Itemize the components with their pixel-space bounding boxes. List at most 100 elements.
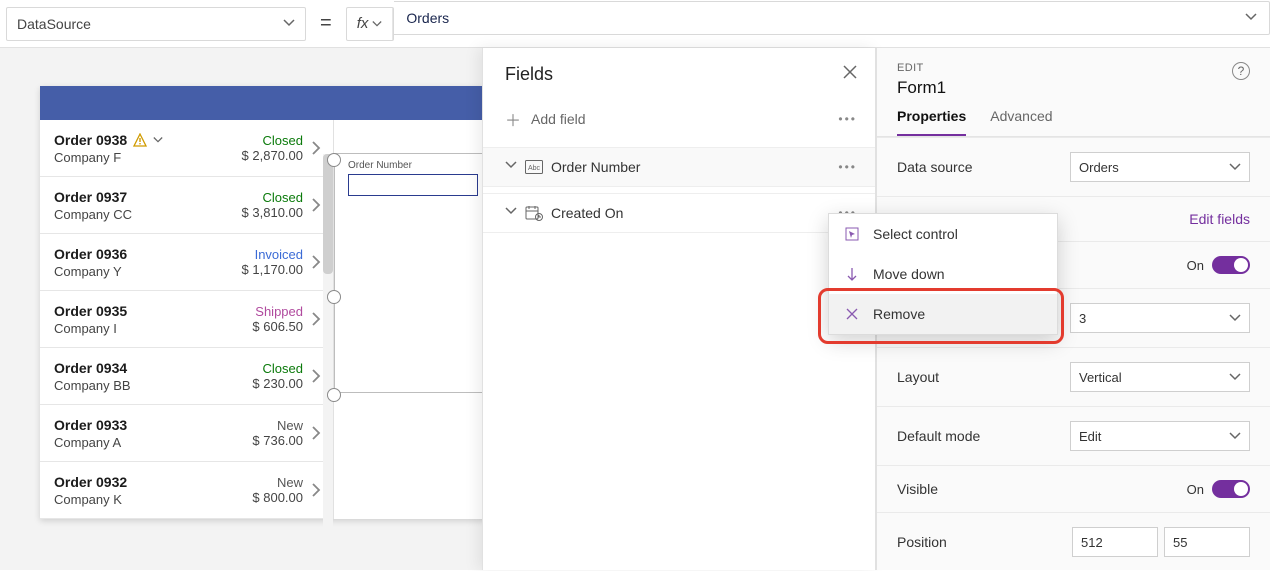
order-amount: $ 2,870.00 — [242, 148, 303, 163]
property-selector-label: DataSource — [17, 16, 91, 32]
chevron-right-icon — [311, 482, 321, 498]
chevron-down-icon — [505, 204, 517, 222]
prop-default-mode: Default mode Edit — [877, 406, 1270, 465]
list-item[interactable]: Order 0935 Company I Shipped $ 606.50 — [40, 291, 333, 348]
menu-remove[interactable]: Remove — [829, 294, 1057, 334]
order-status: New — [252, 475, 303, 490]
chevron-right-icon — [311, 311, 321, 327]
property-selector[interactable]: DataSource — [6, 7, 306, 41]
company-name: Company I — [54, 321, 252, 336]
arrow-down-icon — [845, 267, 861, 281]
formula-text: Orders — [406, 10, 449, 26]
prop-label: Position — [897, 534, 947, 550]
position-y-input[interactable]: 55 — [1164, 527, 1250, 557]
main-area: Northwind Orders Order 0938 Company F Cl… — [0, 48, 1270, 570]
prop-label: Visible — [897, 481, 938, 497]
chevron-down-icon — [505, 158, 517, 176]
company-name: Company Y — [54, 264, 242, 279]
chevron-down-icon — [283, 16, 295, 32]
field-name: Order Number — [551, 159, 838, 175]
order-number: Order 0934 — [54, 360, 127, 376]
resize-handle[interactable] — [327, 388, 341, 402]
company-name: Company K — [54, 492, 252, 507]
order-status: Closed — [252, 361, 303, 376]
data-source-select[interactable]: Orders — [1070, 152, 1250, 182]
more-icon[interactable]: ••• — [838, 160, 857, 174]
fields-panel: Fields ＋ Add field ••• Abc Order Number … — [482, 48, 876, 570]
more-icon[interactable]: ••• — [838, 112, 857, 126]
order-number: Order 0933 — [54, 417, 127, 433]
add-field-button[interactable]: ＋ Add field — [505, 107, 586, 131]
prop-data-source: Data source Orders — [877, 137, 1270, 196]
tab-advanced[interactable]: Advanced — [990, 108, 1052, 136]
resize-handle[interactable] — [327, 290, 341, 304]
close-icon[interactable] — [843, 65, 857, 84]
help-icon[interactable]: ? — [1232, 62, 1250, 80]
chevron-right-icon — [311, 197, 321, 213]
toggle-label: On — [1187, 258, 1204, 273]
company-name: Company A — [54, 435, 252, 450]
chevron-down-icon — [1245, 10, 1257, 26]
company-name: Company CC — [54, 207, 242, 222]
list-item[interactable]: Order 0938 Company F Closed $ 2,870.00 — [40, 120, 333, 177]
list-item[interactable]: Order 0932 Company K New $ 800.00 — [40, 462, 333, 519]
chevron-right-icon — [311, 368, 321, 384]
edit-fields-link[interactable]: Edit fields — [1189, 211, 1250, 227]
scrollbar[interactable] — [323, 154, 333, 553]
position-x-input[interactable]: 512 — [1072, 527, 1158, 557]
prop-position: Position 512 55 — [877, 512, 1270, 571]
field-type-icon — [525, 205, 543, 221]
order-number-card[interactable]: Order Number — [348, 160, 478, 196]
svg-text:Abc: Abc — [528, 165, 541, 172]
order-status: New — [252, 418, 303, 433]
prop-visible: Visible On — [877, 465, 1270, 512]
order-amount: $ 800.00 — [252, 490, 303, 505]
list-item[interactable]: Order 0937 Company CC Closed $ 3,810.00 — [40, 177, 333, 234]
field-label: Order Number — [348, 160, 478, 171]
field-name: Created On — [551, 205, 838, 221]
field-context-menu: Select control Move down Remove — [828, 213, 1058, 335]
list-item[interactable]: Order 0934 Company BB Closed $ 230.00 — [40, 348, 333, 405]
menu-label: Move down — [873, 266, 945, 282]
order-amount: $ 1,170.00 — [242, 262, 303, 277]
prop-label: Default mode — [897, 428, 980, 444]
orders-list: Order 0938 Company F Closed $ 2,870.00 O… — [40, 120, 334, 519]
formula-bar: DataSource = fx Orders — [0, 0, 1270, 48]
control-name: Form1 — [897, 78, 946, 98]
prop-label: Data source — [897, 159, 972, 175]
order-amount: $ 606.50 — [252, 319, 303, 334]
visible-toggle[interactable] — [1212, 480, 1250, 498]
default-mode-select[interactable]: Edit — [1070, 421, 1250, 451]
prop-label: Layout — [897, 369, 939, 385]
order-status: Closed — [242, 190, 303, 205]
order-amount: $ 230.00 — [252, 376, 303, 391]
order-number: Order 0938 — [54, 132, 127, 148]
menu-label: Remove — [873, 306, 925, 322]
order-status: Closed — [242, 133, 303, 148]
order-number: Order 0936 — [54, 246, 127, 262]
list-item[interactable]: Order 0933 Company A New $ 736.00 — [40, 405, 333, 462]
fx-dropdown[interactable]: fx — [346, 7, 395, 41]
warning-icon — [133, 133, 147, 147]
layout-select[interactable]: Vertical — [1070, 362, 1250, 392]
snap-toggle[interactable] — [1212, 256, 1250, 274]
list-item[interactable]: Order 0936 Company Y Invoiced $ 1,170.00 — [40, 234, 333, 291]
resize-handle[interactable] — [327, 153, 341, 167]
columns-select[interactable]: 3 — [1070, 303, 1250, 333]
field-item[interactable]: Abc Order Number ••• — [483, 147, 875, 187]
formula-input[interactable]: Orders — [394, 1, 1270, 35]
chevron-right-icon — [311, 425, 321, 441]
field-type-icon: Abc — [525, 159, 543, 175]
company-name: Company BB — [54, 378, 252, 393]
order-amount: $ 3,810.00 — [242, 205, 303, 220]
x-icon — [845, 307, 861, 321]
fields-panel-title: Fields — [505, 64, 553, 85]
field-item[interactable]: Created On ••• — [483, 193, 875, 233]
menu-move-down[interactable]: Move down — [829, 254, 1057, 294]
order-number: Order 0937 — [54, 189, 127, 205]
tab-properties[interactable]: Properties — [897, 108, 966, 136]
chevron-right-icon — [311, 254, 321, 270]
order-number-input[interactable] — [348, 174, 478, 196]
order-status: Invoiced — [242, 247, 303, 262]
menu-select-control[interactable]: Select control — [829, 214, 1057, 254]
